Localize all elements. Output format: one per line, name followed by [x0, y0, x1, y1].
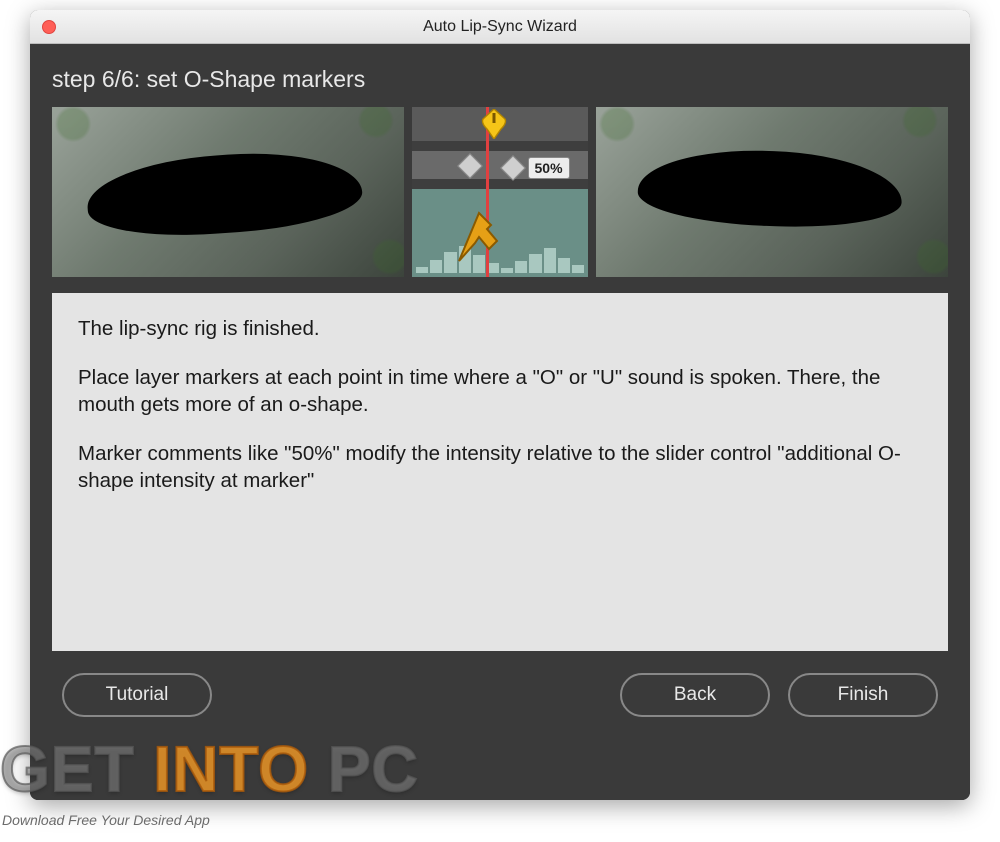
wizard-body: step 6/6: set O-Shape markers [30, 44, 970, 800]
mouth-image-left [52, 107, 404, 277]
instruction-line-3: Marker comments like "50%" modify the in… [78, 440, 922, 494]
wizard-button-row: Tutorial Back Finish [52, 651, 948, 739]
marker-value-label: 50% [528, 157, 570, 179]
illustration-row: 50% [52, 107, 948, 277]
instruction-panel: The lip-sync rig is finished. Place laye… [52, 293, 948, 651]
watermark-tagline: Download Free Your Desired App [2, 812, 210, 828]
instruction-line-1: The lip-sync rig is finished. [78, 315, 922, 342]
step-label: step 6/6: set O-Shape markers [52, 66, 948, 93]
timeline-illustration: 50% [412, 107, 588, 277]
back-button[interactable]: Back [620, 673, 770, 717]
finish-button[interactable]: Finish [788, 673, 938, 717]
close-icon[interactable] [42, 20, 56, 34]
mouth-image-right [596, 107, 948, 277]
window-title: Auto Lip-Sync Wizard [30, 18, 970, 36]
titlebar: Auto Lip-Sync Wizard [30, 10, 970, 44]
marker-pin-icon [481, 109, 507, 139]
wizard-window: Auto Lip-Sync Wizard step 6/6: set O-Sha… [30, 10, 970, 800]
tutorial-button[interactable]: Tutorial [62, 673, 212, 717]
layer-marker-labeled: 50% [504, 157, 570, 179]
layer-marker-icon [461, 157, 479, 175]
arrow-cursor-icon [451, 199, 507, 269]
traffic-lights [42, 20, 56, 34]
instruction-line-2: Place layer markers at each point in tim… [78, 364, 922, 418]
